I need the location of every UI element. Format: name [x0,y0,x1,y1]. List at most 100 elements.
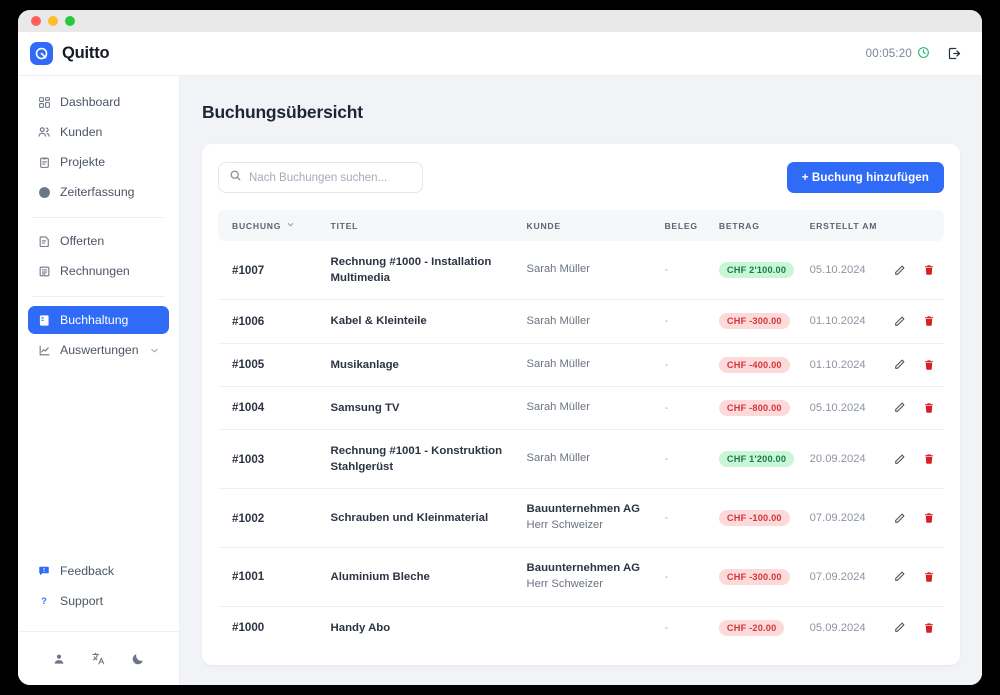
column-header-buchung[interactable]: BUCHUNG [218,210,331,241]
delete-trash-icon[interactable] [923,622,935,634]
cell-titel: Handy Abo [331,606,527,649]
sidebar-bottom: Feedback ? Support [18,557,179,685]
cell-buchung: #1003 [218,429,331,488]
table-row[interactable]: #1005 Musikanlage Sarah Müller - CHF -40… [218,343,944,386]
cell-erstellt-am: 01.10.2024 [810,343,893,386]
cell-actions [893,343,944,386]
customer-contact: Sarah Müller [527,451,665,467]
cell-beleg: - [664,489,718,548]
cell-beleg: - [664,547,718,606]
column-header-beleg[interactable]: BELEG [664,210,718,241]
edit-pencil-icon[interactable] [893,315,906,328]
cell-actions [893,241,944,300]
cell-beleg: - [664,241,718,300]
column-header-titel[interactable]: TITEL [331,210,527,241]
search-input[interactable] [249,172,412,184]
column-header-erstellt-am[interactable]: ERSTELLT AM [810,210,893,241]
sidebar-item-dashboard[interactable]: Dashboard [28,88,169,116]
column-header-kunde[interactable]: KUNDE [527,210,665,241]
amount-badge: CHF -100.00 [719,510,790,526]
sidebar-item-kunden[interactable]: Kunden [28,118,169,146]
amount-badge: CHF 1'200.00 [719,451,794,467]
cell-betrag: CHF -100.00 [719,489,810,548]
sidebar-item-feedback[interactable]: Feedback [28,557,169,585]
table-row[interactable]: #1007 Rechnung #1000 - Installation Mult… [218,241,944,300]
book-icon [37,313,51,327]
delete-trash-icon[interactable] [923,453,935,465]
delete-trash-icon[interactable] [923,402,935,414]
translate-icon[interactable] [91,651,106,666]
session-timer[interactable]: 00:05:20 [866,46,930,62]
table-row[interactable]: #1006 Kabel & Kleinteile Sarah Müller - … [218,300,944,343]
cell-titel: Kabel & Kleinteile [331,300,527,343]
table-row[interactable]: #1000 Handy Abo - CHF -20.00 05.09.2024 [218,606,944,649]
window-close-button[interactable] [31,16,41,26]
buchungen-card: + Buchung hinzufügen BUCHUNG [202,144,960,665]
customer-contact: Sarah Müller [527,314,665,330]
buchungen-table: BUCHUNG TITEL KUNDE BEL [218,210,944,649]
sidebar-item-buchhaltung[interactable]: Buchhaltung [28,306,169,334]
delete-trash-icon[interactable] [923,264,935,276]
cell-erstellt-am: 05.10.2024 [810,241,893,300]
customer-name: Bauunternehmen AG [527,561,665,577]
edit-pencil-icon[interactable] [893,512,906,525]
table-row[interactable]: #1003 Rechnung #1001 - Konstruktion Stah… [218,429,944,488]
brand[interactable]: Quitto [30,42,109,65]
add-buchung-button[interactable]: + Buchung hinzufügen [787,162,944,193]
message-icon [37,564,51,578]
window-titlebar [18,10,982,32]
edit-pencil-icon[interactable] [893,621,906,634]
table-row[interactable]: #1002 Schrauben und Kleinmaterial Bauunt… [218,489,944,548]
edit-pencil-icon[interactable] [893,401,906,414]
amount-badge: CHF -300.00 [719,569,790,585]
sidebar-item-support[interactable]: ? Support [28,587,169,615]
edit-pencil-icon[interactable] [893,264,906,277]
column-header-betrag[interactable]: BETRAG [719,210,810,241]
search-box[interactable] [218,162,423,193]
window-zoom-button[interactable] [65,16,75,26]
sidebar-footer-links: Feedback ? Support [18,557,179,631]
grid-icon [37,95,51,109]
cell-erstellt-am: 05.10.2024 [810,386,893,429]
sidebar-item-label: Offerten [60,234,104,248]
cell-actions [893,547,944,606]
cell-betrag: CHF -20.00 [719,606,810,649]
delete-trash-icon[interactable] [923,359,935,371]
window-minimize-button[interactable] [48,16,58,26]
sidebar-item-label: Dashboard [60,95,120,109]
table-row[interactable]: #1001 Aluminium Bleche Bauunternehmen AG… [218,547,944,606]
amount-badge: CHF -800.00 [719,400,790,416]
sidebar-item-offerten[interactable]: Offerten [28,227,169,255]
user-icon[interactable] [52,652,66,666]
cell-titel: Rechnung #1000 - Installation Multimedia [331,241,527,300]
delete-trash-icon[interactable] [923,512,935,524]
dark-mode-moon-icon[interactable] [131,652,145,666]
sidebar-item-zeiterfassung[interactable]: Zeiterfassung [28,178,169,206]
edit-pencil-icon[interactable] [893,570,906,583]
sidebar-item-auswertungen[interactable]: Auswertungen [28,336,169,364]
sidebar-item-rechnungen[interactable]: Rechnungen [28,257,169,285]
app-header: Quitto 00:05:20 [18,32,982,76]
table-row[interactable]: #1004 Samsung TV Sarah Müller - CHF -800… [218,386,944,429]
sidebar-item-projekte[interactable]: Projekte [28,148,169,176]
edit-pencil-icon[interactable] [893,358,906,371]
chevron-down-icon[interactable] [149,345,160,356]
cell-beleg: - [664,386,718,429]
main-content: Buchungsübersicht + Bu [180,76,982,685]
chevron-down-icon[interactable] [286,220,295,231]
customer-contact: Herr Schweizer [527,577,665,593]
cell-buchung: #1004 [218,386,331,429]
cell-beleg: - [664,300,718,343]
delete-trash-icon[interactable] [923,315,935,327]
cell-kunde: Sarah Müller [527,429,665,488]
add-buchung-label: Buchung hinzufügen [812,171,929,184]
delete-trash-icon[interactable] [923,571,935,583]
logout-icon[interactable] [947,46,962,61]
cell-titel: Rechnung #1001 - Konstruktion Stahlgerüs… [331,429,527,488]
table-header: BUCHUNG TITEL KUNDE BEL [218,210,944,241]
sidebar-divider [32,296,165,297]
cell-actions [893,386,944,429]
edit-pencil-icon[interactable] [893,453,906,466]
cell-buchung: #1005 [218,343,331,386]
sidebar-item-label: Rechnungen [60,264,130,278]
